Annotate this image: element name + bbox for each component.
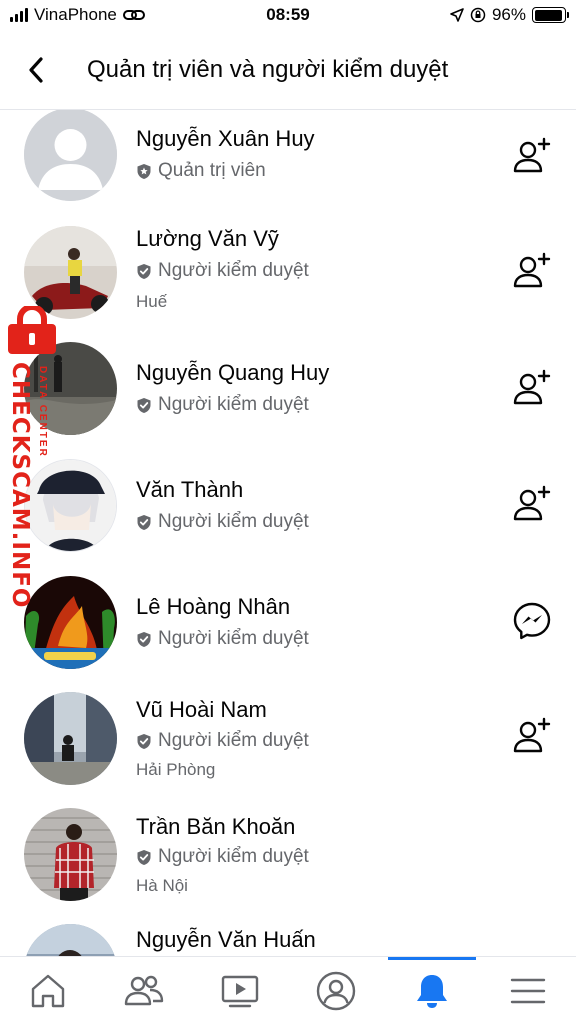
member-list[interactable]: Nguyễn Xuân Huy Quản trị viên Lường Văn … [0, 110, 576, 956]
watermark: CHECKSCAM.INFO DATA CENTER [0, 306, 64, 608]
moderator-shield-icon [137, 397, 151, 413]
avatar[interactable] [24, 692, 117, 785]
add-friend-button[interactable] [510, 249, 554, 293]
location-arrow-icon [450, 8, 464, 22]
member-name[interactable]: Lường Văn Vỹ [136, 226, 279, 252]
role-label: Người kiểm duyệt [158, 394, 309, 415]
tab-profile[interactable] [288, 957, 384, 1024]
list-item[interactable]: Trần Băn Khoăn Người kiểm duyệt Hà Nội [0, 806, 576, 922]
member-role: Người kiểm duyệt [136, 260, 309, 282]
admin-badge-icon [137, 163, 151, 179]
back-button[interactable] [20, 54, 52, 86]
role-label: Người kiểm duyệt [158, 511, 309, 532]
default-avatar-icon [24, 110, 117, 201]
member-location: Huế [136, 292, 168, 311]
member-role: Người kiểm duyệt [136, 628, 309, 650]
role-label: Người kiểm duyệt [158, 628, 309, 649]
member-name[interactable]: Lê Hoàng Nhân [136, 594, 290, 620]
role-label: Quản trị viên [158, 160, 266, 181]
role-label: Người kiểm duyệt [158, 260, 309, 281]
message-button[interactable] [510, 599, 554, 643]
chevron-left-icon [29, 57, 43, 83]
battery-percent: 96% [491, 5, 526, 24]
member-role: Người kiểm duyệt [136, 846, 309, 868]
moderator-shield-icon [137, 631, 151, 647]
member-role: Người kiểm duyệt [136, 730, 309, 752]
menu-icon [510, 978, 546, 1004]
add-friend-icon [513, 369, 551, 405]
add-friend-button[interactable] [510, 134, 554, 178]
add-friend-icon [513, 137, 551, 173]
avatar[interactable] [24, 576, 117, 669]
moderator-shield-icon [137, 263, 151, 279]
tab-friends[interactable] [96, 957, 192, 1024]
member-name[interactable]: Nguyễn Quang Huy [136, 360, 329, 386]
avatar-photo [24, 692, 117, 785]
watermark-text: CHECKSCAM.INFO [7, 362, 33, 609]
avatar-photo [24, 576, 117, 669]
member-role: Người kiểm duyệt [136, 394, 309, 416]
member-name[interactable]: Trần Băn Khoăn [136, 814, 295, 840]
avatar[interactable] [24, 808, 117, 901]
list-item[interactable]: Lê Hoàng Nhân Người kiểm duyệt [0, 574, 576, 690]
tab-menu[interactable] [480, 957, 576, 1024]
page-header: Quản trị viên và người kiểm duyệt [0, 40, 576, 110]
page-title: Quản trị viên và người kiểm duyệt [87, 56, 449, 83]
avatar[interactable] [24, 924, 117, 956]
tab-notifications[interactable] [384, 957, 480, 1024]
moderator-shield-icon [137, 733, 151, 749]
moderator-shield-icon [137, 514, 151, 530]
list-item[interactable]: Nguyễn Xuân Huy Quản trị viên [0, 110, 576, 226]
watermark-subtext: DATA CENTER [37, 366, 48, 458]
bottom-navigation [0, 956, 576, 1024]
add-friend-button[interactable] [510, 366, 554, 410]
add-friend-button[interactable] [510, 714, 554, 758]
member-name[interactable]: Nguyễn Xuân Huy [136, 126, 315, 152]
add-friend-icon [513, 717, 551, 753]
add-friend-icon [513, 252, 551, 288]
list-item[interactable]: Lường Văn Vỹ Người kiểm duyệt Huế [0, 226, 576, 342]
member-location: Hà Nội [136, 876, 188, 895]
member-role: Quản trị viên [136, 160, 266, 182]
profile-icon [316, 971, 356, 1011]
messenger-icon [513, 602, 551, 640]
notifications-bell-icon [417, 975, 447, 1008]
list-item[interactable]: Nguyễn Quang Huy Người kiểm duyệt [0, 342, 576, 458]
member-location: Hải Phòng [136, 760, 216, 779]
tab-home[interactable] [0, 957, 96, 1024]
add-friend-icon [513, 485, 551, 521]
role-label: Người kiểm duyệt [158, 730, 309, 751]
member-name[interactable]: Nguyễn Văn Huấn [136, 927, 316, 953]
tab-watch[interactable] [192, 957, 288, 1024]
moderator-shield-icon [137, 849, 151, 865]
avatar-photo [24, 924, 117, 956]
avatar[interactable] [24, 110, 117, 201]
orientation-lock-icon [470, 7, 486, 23]
battery-icon [532, 7, 569, 23]
list-item[interactable]: Văn Thành Người kiểm duyệt [0, 458, 576, 574]
watch-video-icon [221, 975, 259, 1008]
role-label: Người kiểm duyệt [158, 846, 309, 867]
member-name[interactable]: Vũ Hoài Nam [136, 697, 267, 723]
avatar-photo [24, 808, 117, 901]
friends-icon [124, 975, 164, 1006]
status-bar: VinaPhone 08:59 96% [0, 0, 576, 32]
status-right: 96% [450, 5, 569, 25]
member-role: Người kiểm duyệt [136, 511, 309, 533]
add-friend-button[interactable] [510, 482, 554, 526]
member-name[interactable]: Văn Thành [136, 477, 243, 503]
lock-icon [8, 306, 56, 354]
list-item[interactable]: Vũ Hoài Nam Người kiểm duyệt Hải Phòng [0, 690, 576, 806]
home-icon [31, 974, 65, 1008]
list-item[interactable]: Nguyễn Văn Huấn [0, 922, 576, 956]
